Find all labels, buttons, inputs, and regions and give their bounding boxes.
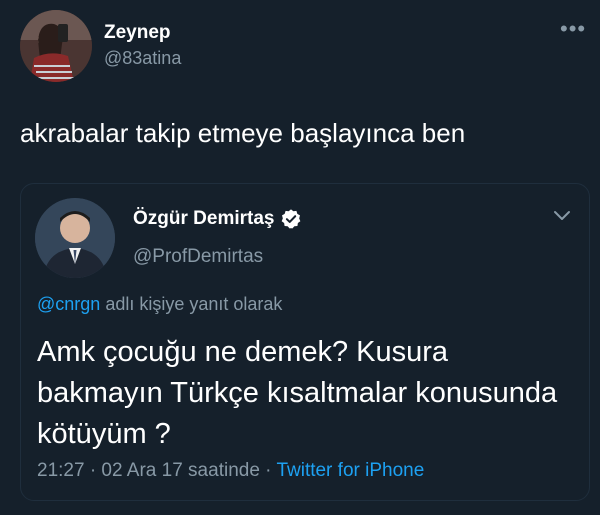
chevron-down-icon[interactable] (553, 210, 571, 222)
more-dots-icon[interactable]: ••• (560, 18, 586, 40)
quoted-tweet-text: Amk çocuğu ne demek? Kusura bakmayın Tür… (37, 336, 558, 450)
verified-badge-icon (282, 209, 301, 229)
quoted-tweet[interactable]: Özgür Demirtaş @ProfDemirtas @cnrgn adlı… (20, 183, 590, 501)
quoted-tweet-meta: 21:27 · 02 Ara 17 saatinde · Twitter for… (37, 460, 424, 482)
reply-context-text: adlı kişiye yanıt olarak (100, 294, 283, 314)
author-avatar[interactable] (20, 10, 92, 82)
quoted-author-handle[interactable]: @ProfDemirtas (133, 246, 263, 268)
quoted-author-avatar-image (35, 198, 115, 278)
reply-mention-link[interactable]: @cnrgn (37, 294, 100, 314)
reply-context: @cnrgn adlı kişiye yanıt olarak (37, 294, 282, 315)
tweet-card: Zeynep @83atina ••• akrabalar takip etme… (0, 0, 600, 515)
author-name[interactable]: Zeynep (104, 22, 171, 44)
tweet-text: akrabalar takip etmeye başlayınca ben (20, 118, 466, 148)
source-link[interactable]: Twitter for iPhone (276, 460, 424, 481)
quoted-timestamp[interactable]: 21:27 · 02 Ara 17 saatinde · (37, 460, 276, 481)
author-avatar-image (20, 10, 92, 82)
quoted-author-name[interactable]: Özgür Demirtaş (133, 208, 274, 230)
quoted-author-avatar[interactable] (35, 198, 115, 278)
author-handle[interactable]: @83atina (104, 48, 181, 69)
quoted-author-name-row[interactable]: Özgür Demirtaş (133, 208, 302, 230)
